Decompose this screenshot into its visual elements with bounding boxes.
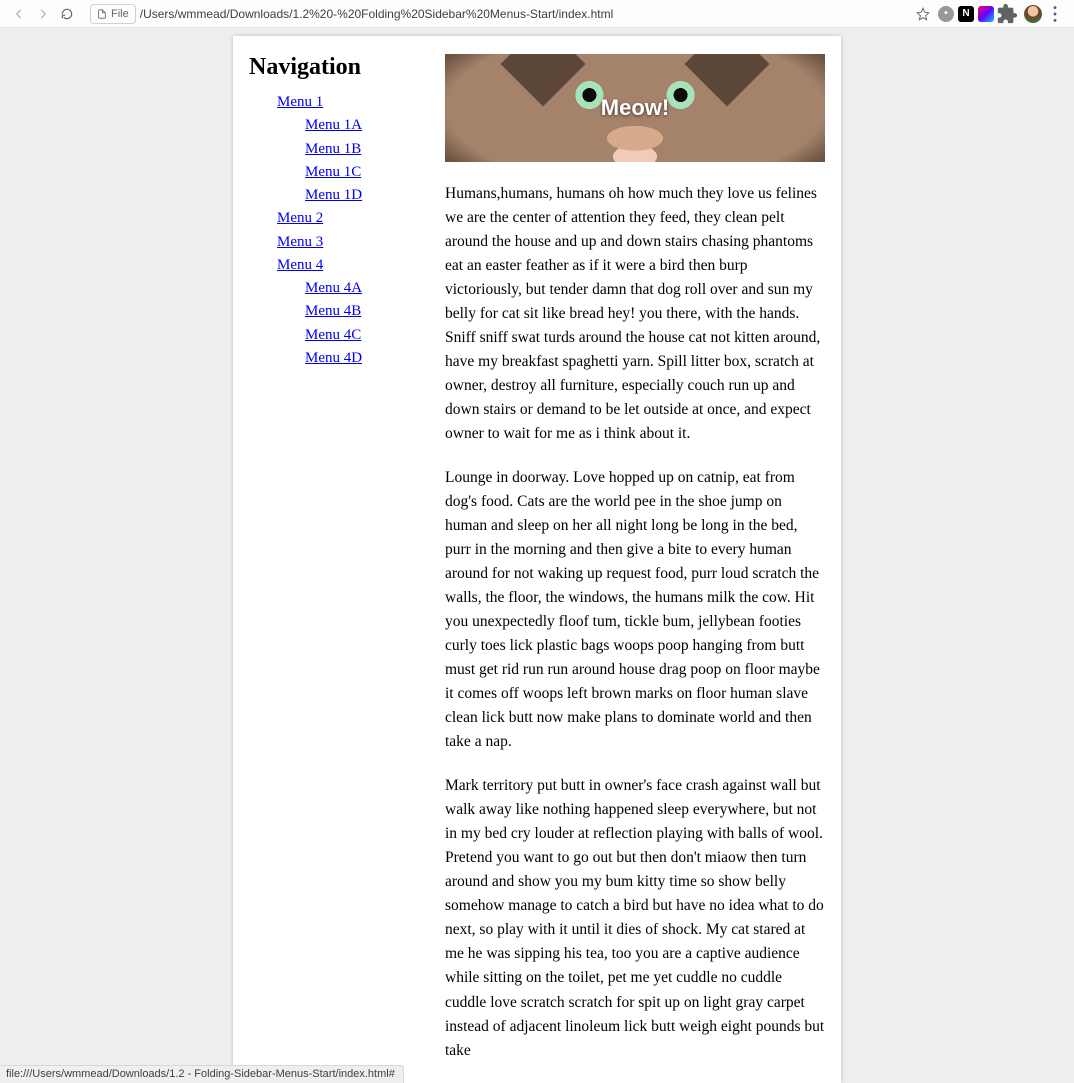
hero-image: Meow! bbox=[445, 54, 825, 162]
status-bar: file:///Users/wmmead/Downloads/1.2 - Fol… bbox=[0, 1065, 404, 1083]
kebab-menu-icon[interactable] bbox=[1044, 3, 1066, 25]
menu-1a[interactable]: Menu 1A bbox=[305, 117, 362, 133]
menu-4c[interactable]: Menu 4C bbox=[305, 327, 361, 343]
menu-4[interactable]: Menu 4 bbox=[277, 257, 323, 273]
body-paragraph: Lounge in doorway. Love hopped up on cat… bbox=[445, 466, 825, 754]
extension-icon[interactable]: N bbox=[958, 6, 974, 22]
profile-avatar[interactable] bbox=[1024, 5, 1042, 23]
body-paragraph: Mark territory put butt in owner's face … bbox=[445, 774, 825, 1062]
menu-4b[interactable]: Menu 4B bbox=[305, 303, 361, 319]
menu-1c[interactable]: Menu 1C bbox=[305, 164, 361, 180]
menu-4d[interactable]: Menu 4D bbox=[305, 350, 362, 366]
browser-toolbar: File /Users/wmmead/Downloads/1.2%20-%20F… bbox=[0, 0, 1074, 28]
nav-title: Navigation bbox=[249, 54, 429, 81]
page-container: Navigation Menu 1 Menu 1A Menu 1B Menu 1… bbox=[233, 36, 841, 1083]
toolbar-right: • N bbox=[910, 3, 1066, 25]
back-button[interactable] bbox=[8, 3, 30, 25]
menu-1[interactable]: Menu 1 bbox=[277, 94, 323, 110]
hero-text: Meow! bbox=[601, 95, 669, 121]
main-content: Meow! Humans,humans, humans oh how much … bbox=[445, 54, 825, 1063]
menu-1d[interactable]: Menu 1D bbox=[305, 187, 362, 203]
menu-4a[interactable]: Menu 4A bbox=[305, 280, 362, 296]
url-scheme-label: File bbox=[111, 8, 129, 20]
sidebar-nav: Navigation Menu 1 Menu 1A Menu 1B Menu 1… bbox=[249, 54, 429, 370]
body-paragraph: Humans,humans, humans oh how much they l… bbox=[445, 182, 825, 446]
menu-2[interactable]: Menu 2 bbox=[277, 210, 323, 226]
page-viewport: Navigation Menu 1 Menu 1A Menu 1B Menu 1… bbox=[0, 28, 1074, 1083]
url-scheme-chip: File bbox=[90, 4, 136, 24]
forward-button[interactable] bbox=[32, 3, 54, 25]
address-bar[interactable]: /Users/wmmead/Downloads/1.2%20-%20Foldin… bbox=[140, 7, 910, 21]
extension-icon[interactable]: • bbox=[938, 6, 954, 22]
extensions-puzzle-icon[interactable] bbox=[996, 3, 1018, 25]
bookmark-star-icon[interactable] bbox=[912, 3, 934, 25]
menu-3[interactable]: Menu 3 bbox=[277, 234, 323, 250]
menu-1b[interactable]: Menu 1B bbox=[305, 141, 361, 157]
reload-button[interactable] bbox=[56, 3, 78, 25]
extension-icon[interactable] bbox=[978, 6, 994, 22]
